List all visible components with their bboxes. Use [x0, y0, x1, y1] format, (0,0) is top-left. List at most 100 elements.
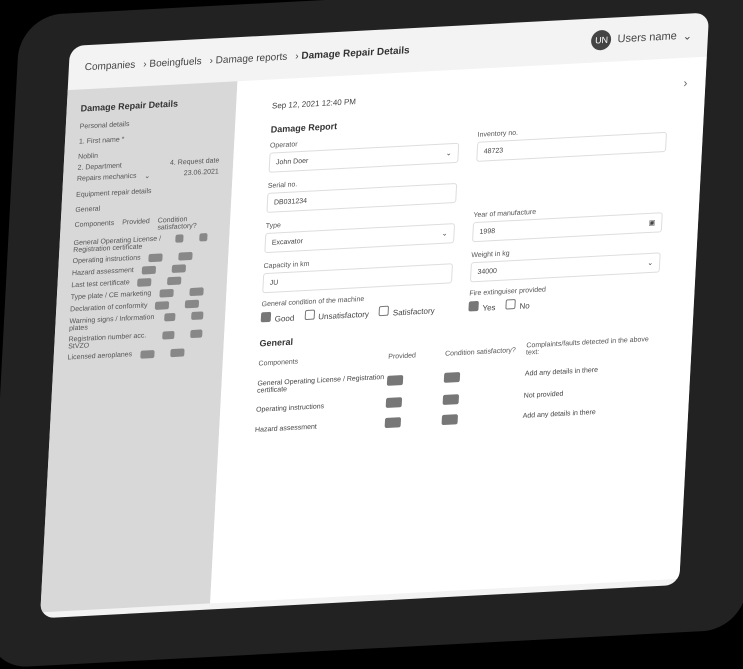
section-label: Personal details — [79, 120, 130, 131]
provided-toggle[interactable] — [148, 253, 163, 263]
user-menu[interactable]: UN Users name ⌄ — [591, 25, 693, 51]
condition-toggle[interactable] — [191, 311, 204, 321]
breadcrumb-item[interactable]: Companies — [85, 59, 136, 73]
condition-good[interactable]: Good — [260, 311, 295, 325]
avatar: UN — [591, 29, 613, 51]
provided-toggle[interactable] — [385, 397, 403, 408]
provided-toggle[interactable] — [139, 350, 155, 359]
col-provided: Provided — [121, 218, 150, 227]
col-components: Components — [258, 357, 299, 368]
year-value: 1998 — [479, 227, 496, 236]
chevron-down-icon: ⌄ — [682, 29, 693, 43]
fire-yes[interactable]: Yes — [468, 300, 496, 313]
section-label: General — [75, 205, 101, 214]
breadcrumb: Companies › Boeingfuels › Damage reports › … — [84, 44, 410, 73]
provided-toggle[interactable] — [155, 301, 170, 310]
col-components: Components — [74, 219, 115, 230]
provided-toggle[interactable] — [137, 278, 152, 287]
row-label: Registration number acc. StVZO — [67, 332, 147, 351]
type-field: Type Excavator ⌄ — [264, 213, 456, 254]
breadcrumb-item[interactable]: Damage reports — [215, 51, 287, 66]
condition-field: General condition of the machine Good Un… — [260, 291, 452, 325]
section-label: Equipment repair details — [75, 187, 152, 199]
chevron-down-icon: ⌄ — [441, 230, 448, 238]
general-table: Components Provided Condition satisfacto… — [255, 336, 657, 435]
form-grid: Operator John Doer ⌄ Inventory no. 48723 … — [262, 122, 668, 294]
row-label: Type plate / CE marketing — [70, 290, 152, 302]
provided-toggle[interactable] — [141, 265, 156, 275]
row-label: Last test certificate — [71, 279, 130, 290]
condition-toggle[interactable] — [169, 348, 185, 358]
field-label: 2. Department — [77, 162, 123, 172]
provided-toggle[interactable] — [158, 288, 174, 298]
capacity-field: Capacity in km JU — [262, 253, 453, 294]
condition-satisfactory[interactable]: Satisfactory — [378, 303, 435, 318]
condition-toggle[interactable] — [188, 287, 204, 297]
col-provided: Provided — [388, 351, 417, 361]
complaint-input[interactable]: Add any details in there — [523, 405, 653, 419]
right-panel: › Sep 12, 2021 12:40 PM Damage Report Op… — [210, 56, 707, 604]
provided-toggle[interactable] — [384, 417, 402, 429]
condition-toggle[interactable] — [178, 251, 193, 261]
provided-toggle[interactable] — [174, 234, 184, 243]
condition-toggle[interactable] — [198, 233, 208, 242]
fire-field: Fire extinguiser provided Yes No — [468, 280, 659, 313]
provided-toggle[interactable] — [386, 375, 404, 386]
condition-toggle[interactable] — [443, 372, 461, 383]
field-label: 1. First name * — [78, 136, 125, 146]
device-screen: Companies › Boeingfuels › Damage reports › … — [40, 12, 710, 619]
condition-unsatisfactory[interactable]: Unsatisfactory — [304, 307, 369, 322]
row-label: Warning signs / Information plates — [68, 313, 155, 333]
row-label: Licensed aeroplanes — [67, 351, 133, 362]
condition-toggle[interactable] — [185, 299, 200, 309]
breadcrumb-item[interactable]: Boeingfuels — [149, 56, 202, 70]
row-label: General Operating License / Registration… — [256, 374, 385, 395]
fire-no[interactable]: No — [505, 298, 530, 311]
col-complaints: Complaints/faults detected in the above … — [525, 336, 649, 357]
provided-toggle[interactable] — [164, 312, 176, 322]
condition-toggle[interactable] — [167, 276, 182, 286]
row-label: Hazard assessment — [254, 423, 317, 434]
condition-toggle[interactable] — [190, 329, 203, 339]
inventory-field: Inventory no. 48723 — [476, 122, 668, 162]
condition-toggle[interactable] — [441, 414, 458, 426]
tablet-device: Companies › Boeingfuels › Damage reports › … — [0, 0, 743, 669]
condition-toggle[interactable] — [171, 264, 186, 273]
checkbox[interactable] — [260, 311, 272, 323]
weight-value: 34000 — [477, 267, 498, 276]
condition-toggle[interactable] — [442, 394, 459, 406]
department-value[interactable]: Repairs mechanics — [77, 173, 137, 184]
operator-value: John Doer — [275, 157, 309, 166]
serial-field: Serial no. DB031234 — [266, 173, 458, 213]
provided-toggle[interactable] — [162, 330, 175, 340]
user-name: Users name — [617, 30, 678, 46]
complaint-input[interactable]: Not provided — [524, 385, 654, 399]
checkbox[interactable] — [378, 305, 390, 317]
weight-field: Weight in kg 34000 ⌄ — [469, 242, 661, 283]
complaint-input[interactable]: Add any details in there — [525, 363, 655, 377]
row-label: Hazard assessment — [71, 266, 134, 278]
date-value[interactable]: 23.06.2021 — [184, 168, 219, 178]
type-value: Excavator — [271, 237, 304, 247]
content-columns: Damage Repair Details Personal details 1… — [40, 56, 707, 613]
chevron-down-icon: ⌄ — [445, 150, 452, 158]
calendar-icon: ▣ — [648, 219, 656, 227]
row-label: Declaration of conformity — [69, 302, 148, 314]
row-label: General Operating License / Registration… — [73, 235, 162, 255]
left-title: Damage Repair Details — [80, 98, 179, 114]
col-condition: Condition satisfactory? — [157, 216, 197, 232]
checkbox[interactable] — [505, 299, 516, 310]
row-label: Operating instructions — [72, 254, 141, 266]
checkbox[interactable] — [468, 300, 479, 312]
chevron-down-icon: ⌄ — [647, 259, 654, 268]
chevron-right-icon[interactable]: › — [683, 76, 688, 90]
left-panel: Damage Repair Details Personal details 1… — [40, 81, 238, 613]
col-condition: Condition satisfactory? — [444, 346, 516, 358]
chevron-down-icon: ⌄ — [144, 172, 151, 181]
year-field: Year of manufacture 1998 ▣ — [472, 202, 663, 243]
checkbox[interactable] — [304, 309, 315, 321]
field-label: 4. Request date — [169, 157, 220, 167]
row-label: Operating instructions — [255, 402, 325, 414]
operator-field: Operator John Doer ⌄ — [268, 133, 460, 173]
breadcrumb-current: Damage Repair Details — [301, 44, 410, 62]
